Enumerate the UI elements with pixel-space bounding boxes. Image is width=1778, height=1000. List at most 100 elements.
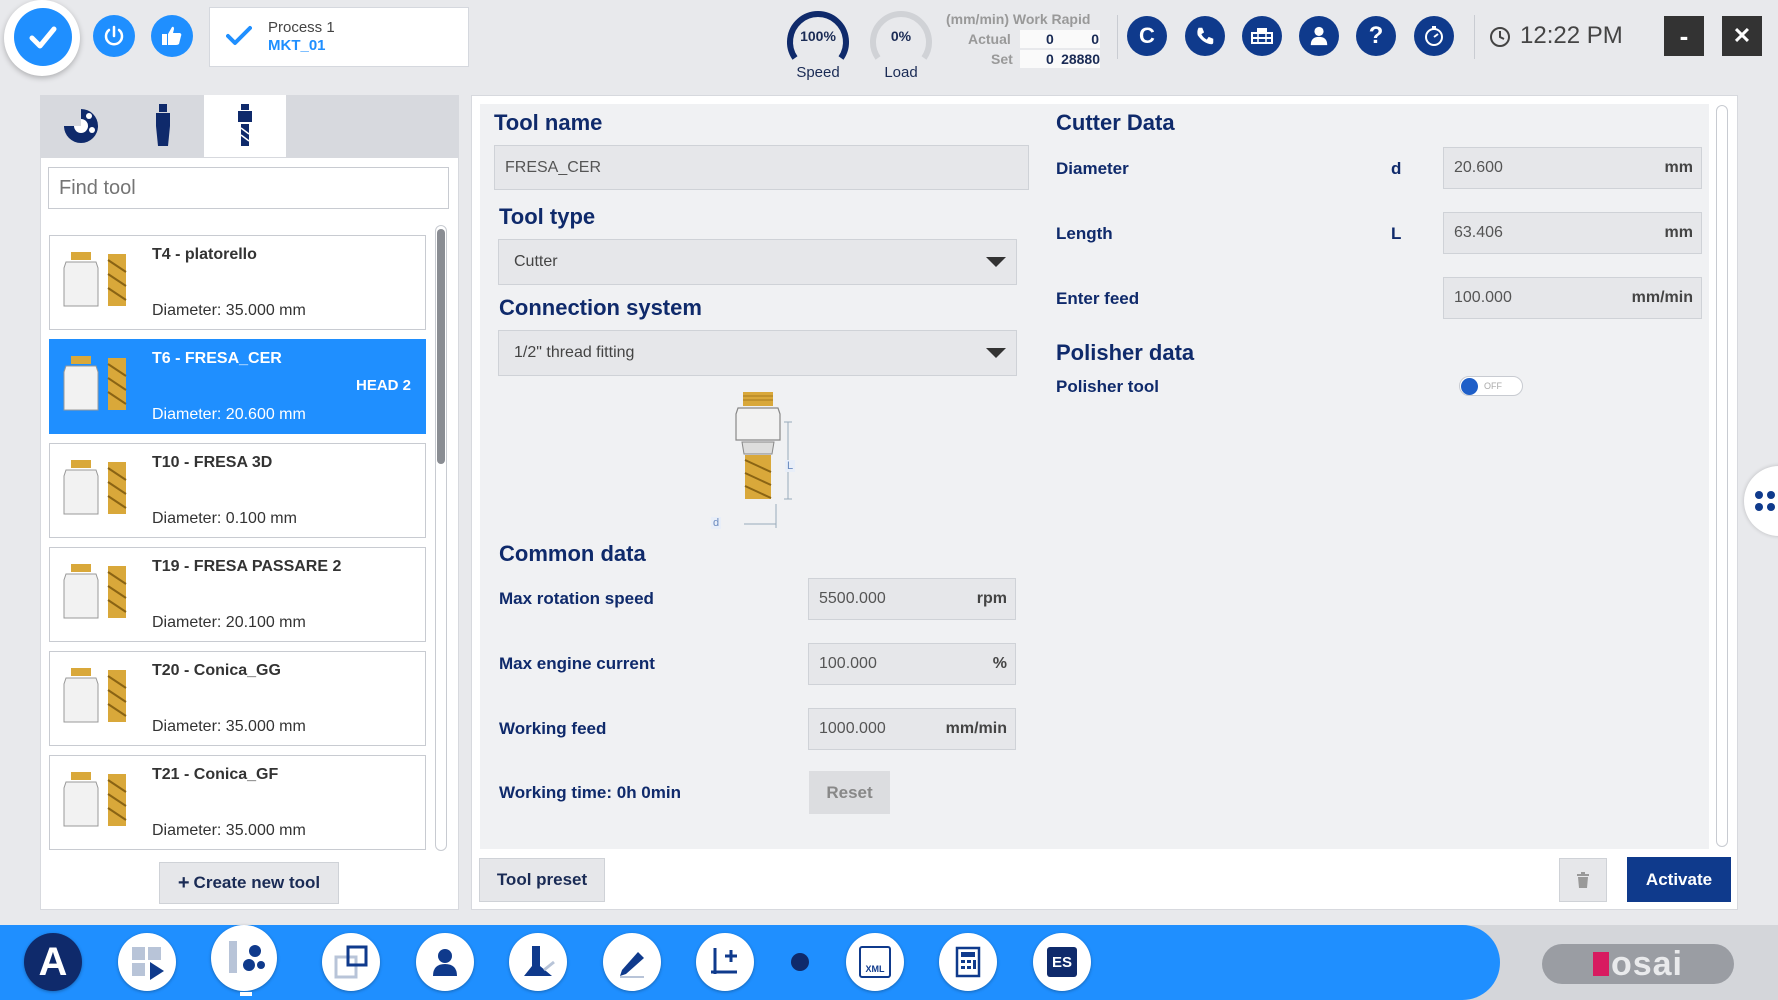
machine-button[interactable] (1242, 16, 1282, 56)
axis-icon (711, 948, 737, 974)
tool-head-badge: HEAD 2 (355, 377, 411, 394)
length-input[interactable]: 63.406 mm (1443, 212, 1702, 254)
logo-text: osai (1610, 944, 1684, 983)
tab-tools[interactable] (204, 95, 286, 157)
tool-card[interactable]: T19 - FRESA PASSARE 2 Diameter: 20.100 mm (49, 547, 426, 642)
tool-card[interactable]: T20 - Conica_GG Diameter: 35.000 mm (49, 651, 426, 746)
magazine-icon (63, 108, 98, 143)
approve-button[interactable] (151, 15, 193, 57)
enter-feed-input[interactable]: 100.000 mm/min (1443, 277, 1702, 319)
tool-list-scrollbar[interactable] (435, 225, 447, 851)
tab-tool-magazine[interactable] (40, 95, 122, 157)
language-label: ES (1051, 953, 1072, 971)
machine-button[interactable] (509, 933, 567, 991)
plus-icon: + (177, 871, 190, 894)
tool-type-value: Cutter (514, 253, 558, 270)
minimize-button[interactable]: - (1664, 16, 1704, 56)
language-button[interactable]: ES (1033, 933, 1091, 991)
calculator-icon (955, 946, 981, 978)
connection-system-value: 1/2" thread fitting (514, 344, 635, 361)
axis-button[interactable] (696, 933, 754, 991)
tool-card[interactable]: T21 - Conica_GF Diameter: 35.000 mm (49, 755, 426, 850)
connection-system-select[interactable]: 1/2" thread fitting (498, 330, 1017, 376)
tool-thumbnail-icon (63, 460, 127, 515)
timer-button[interactable] (1414, 16, 1454, 56)
diameter-value: 20.600 (1454, 159, 1503, 176)
tool-thumbnail-icon (63, 772, 127, 827)
polisher-tool-toggle[interactable]: OFF (1459, 376, 1523, 396)
tool-name-input[interactable]: FRESA_CER (494, 145, 1029, 190)
set-label: Set (991, 51, 1013, 67)
working-feed-value: 1000.000 (819, 720, 886, 737)
editor-button[interactable] (603, 933, 661, 991)
activate-label: Activate (1645, 869, 1713, 889)
max-rotation-speed-label: Max rotation speed (499, 589, 654, 608)
activate-button[interactable]: Activate (1627, 857, 1731, 902)
tool-preset-button[interactable]: Tool preset (479, 858, 605, 902)
tool-type-select[interactable]: Cutter (498, 239, 1017, 285)
max-rotation-speed-input[interactable]: 5500.000 rpm (808, 578, 1016, 620)
diameter-label: Diameter (1056, 159, 1129, 178)
help-button[interactable]: ? (1356, 16, 1396, 56)
tool-card[interactable]: T4 - platorello Diameter: 35.000 mm (49, 235, 426, 330)
phone-button[interactable] (1185, 16, 1225, 56)
c-button[interactable]: C (1127, 16, 1167, 56)
toggle-knob (1461, 378, 1478, 395)
osai-logo: osai (1542, 944, 1734, 984)
cutter-tab-icon (238, 104, 252, 146)
scrollbar-thumb[interactable] (437, 229, 445, 464)
tool-name: T21 - Conica_GF (152, 766, 279, 783)
polisher-tool-label: Polisher tool (1056, 377, 1159, 396)
max-rotation-speed-value: 5500.000 (819, 590, 886, 607)
process-program: MKT_01 (268, 37, 326, 54)
timer-icon (1425, 26, 1443, 46)
phone-icon (1197, 27, 1214, 45)
status-dot (791, 953, 809, 971)
holder-icon (156, 104, 170, 146)
a-button[interactable]: A (24, 933, 82, 991)
side-panel-handle[interactable] (1744, 466, 1778, 536)
detail-scrollbar[interactable] (1716, 105, 1728, 847)
diameter-input[interactable]: 20.600 mm (1443, 147, 1702, 189)
workpiece-button[interactable] (322, 933, 380, 991)
actual-label: Actual (968, 31, 1011, 47)
operator-button[interactable] (416, 933, 474, 991)
confirm-button[interactable] (4, 0, 80, 76)
xml-icon: XML (859, 946, 891, 978)
max-engine-current-input[interactable]: 100.000 % (808, 643, 1016, 685)
rpm-unit: rpm (976, 590, 1007, 607)
toggle-state: OFF (1484, 381, 1502, 391)
check-icon (14, 8, 72, 66)
working-feed-input[interactable]: 1000.000 mm/min (808, 708, 1016, 750)
minimize-icon: - (1679, 20, 1689, 51)
mm-min-unit: mm/min (1631, 289, 1693, 306)
reset-button[interactable]: Reset (809, 771, 890, 814)
process-name: Process 1 (268, 19, 335, 36)
close-button[interactable]: ✕ (1722, 16, 1762, 56)
actual-rapid-value: 0 (1091, 31, 1099, 47)
tab-underline (40, 157, 459, 158)
power-icon (104, 25, 124, 46)
delete-tool-button[interactable] (1559, 858, 1607, 902)
tool-name: T20 - Conica_GG (152, 662, 281, 679)
work-rapid-title: (mm/min) Work Rapid (946, 11, 1091, 27)
power-button[interactable] (93, 15, 135, 57)
calculator-button[interactable] (939, 933, 997, 991)
execution-button[interactable] (118, 933, 176, 991)
clock-icon (1490, 27, 1510, 47)
tool-manager-button[interactable] (211, 925, 277, 991)
dropdown-arrow-icon (986, 348, 1006, 358)
tool-card[interactable]: T10 - FRESA 3D Diameter: 0.100 mm (49, 443, 426, 538)
set-rapid-value: 28880 (1061, 51, 1100, 67)
xml-button[interactable]: XML (846, 933, 904, 991)
tool-thumbnail-icon (63, 356, 127, 411)
create-new-tool-button[interactable]: + Create new tool (159, 862, 339, 904)
find-tool-input[interactable] (48, 167, 449, 209)
tool-thumbnail-icon (63, 564, 127, 619)
tool-name: T6 - FRESA_CER (152, 350, 282, 367)
tab-tool-holder[interactable] (122, 95, 204, 157)
user-button[interactable] (1299, 16, 1339, 56)
tool-card[interactable]: T6 - FRESA_CER HEAD 2 Diameter: 20.600 mm (49, 339, 426, 434)
divider (1117, 15, 1118, 59)
common-data-title: Common data (499, 541, 646, 566)
